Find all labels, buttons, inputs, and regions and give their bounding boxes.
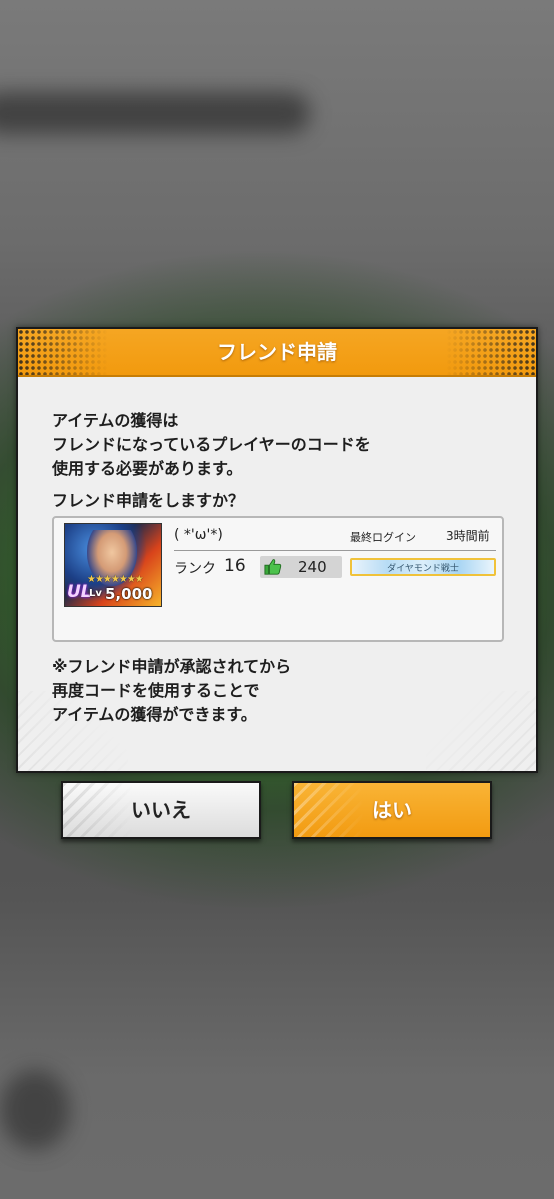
dialog-title: フレンド申請 [217, 340, 337, 364]
level-label: Lv [89, 588, 102, 599]
class-badge-label: ダイヤモンド戦士 [387, 564, 459, 574]
player-avatar: ★★★★★★★ UL Lv 5,000 [64, 523, 162, 607]
player-card: ★★★★★★★ UL Lv 5,000 ( *'ω'*) 最終ログイン 3時間前… [52, 516, 504, 642]
ul-rarity-badge: UL [67, 582, 92, 602]
message-line: アイテムの獲得は [52, 411, 179, 430]
decorative-lines-right [426, 691, 536, 771]
background-blur-dot [0, 1070, 70, 1150]
class-badge: ダイヤモンド戦士 [350, 558, 496, 576]
thumbs-up-icon [264, 559, 282, 575]
rank-label: ランク [174, 561, 216, 577]
message-line: 使用する必要があります。 [52, 459, 243, 478]
star-rating: ★★★★★★★ [87, 574, 144, 585]
decorative-lines-left [18, 691, 128, 771]
dialog-message: アイテムの獲得は フレンドになっているプレイヤーのコードを 使用する必要がありま… [52, 409, 371, 481]
like-count: 240 [298, 558, 327, 576]
dialog-header: フレンド申請 [18, 329, 536, 377]
background-blur-bar [0, 92, 310, 134]
like-count-box: 240 [260, 556, 342, 578]
yes-button-label: はい [372, 798, 412, 822]
no-button[interactable]: いいえ [61, 781, 261, 839]
card-divider [174, 550, 496, 551]
button-stripe-decor [294, 783, 364, 837]
player-name: ( *'ω'*) [174, 527, 223, 543]
button-stripe-decor [63, 783, 133, 837]
yes-button[interactable]: はい [292, 781, 492, 839]
message-line: フレンドになっているプレイヤーのコードを [52, 435, 371, 454]
footer-line: ※フレンド申請が承認されてから [52, 657, 292, 676]
no-button-label: いいえ [131, 798, 191, 822]
dialog-question: フレンド申請をしますか？ [52, 491, 245, 510]
last-login-label: 最終ログイン [350, 531, 416, 544]
last-login-time: 3時間前 [446, 529, 490, 543]
friend-request-dialog: フレンド申請 アイテムの獲得は フレンドになっているプレイヤーのコードを 使用す… [16, 327, 538, 773]
level-value: 5,000 [105, 585, 153, 603]
rank-value: 16 [224, 556, 246, 576]
